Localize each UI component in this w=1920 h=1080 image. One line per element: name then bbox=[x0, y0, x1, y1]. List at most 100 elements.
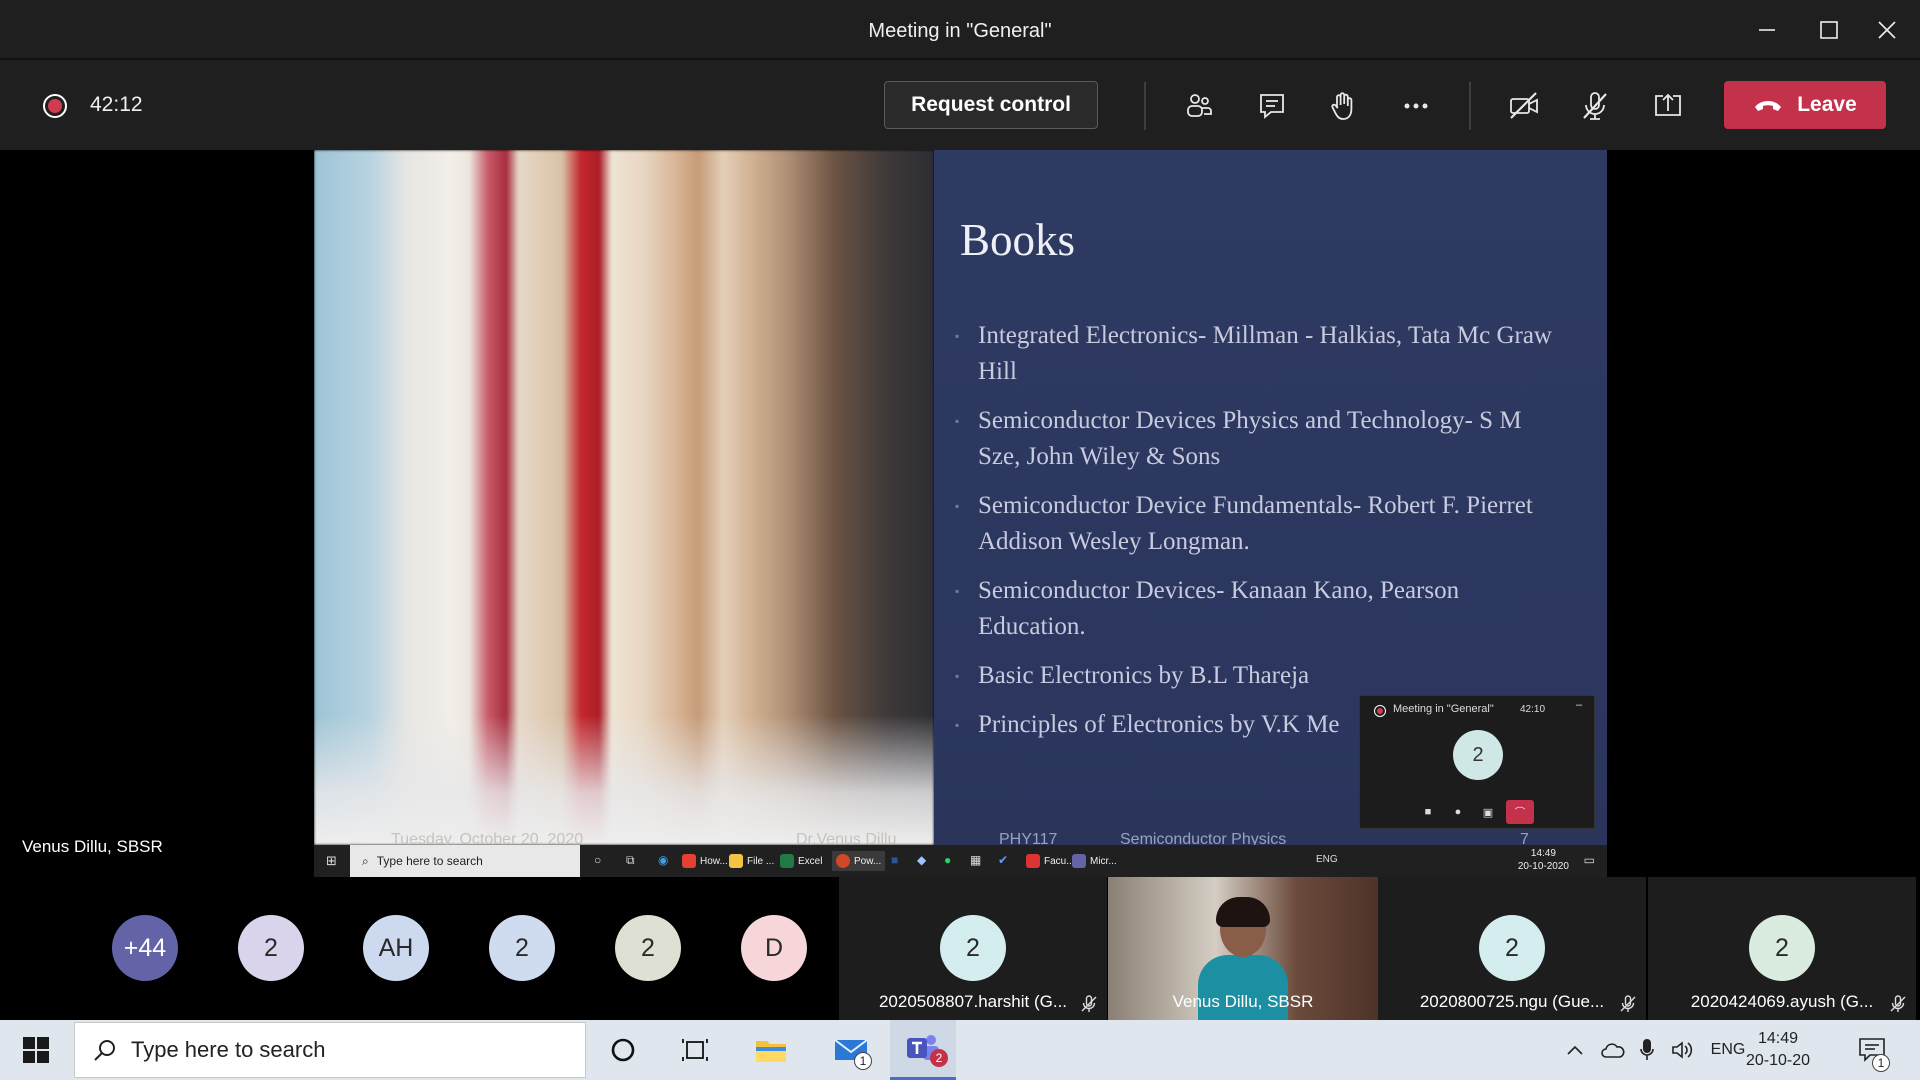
mini-meeting-window: Meeting in "General" 42:10 – 2 ■ ● ▣ ⌒ bbox=[1359, 695, 1595, 829]
slide-bullet: Semiconductor Devices- Kanaan Kano, Pear… bbox=[955, 573, 1564, 645]
shared-clock: 14:49 20-10-2020 bbox=[1518, 847, 1569, 873]
excel-icon bbox=[780, 854, 794, 868]
folder-icon bbox=[756, 1041, 786, 1062]
notification-icon: ▭ bbox=[1583, 853, 1595, 867]
window-title: Meeting in "General" bbox=[868, 20, 1052, 42]
participant-name: Venus Dillu, SBSR bbox=[1172, 992, 1314, 1011]
slide-bullet: Semiconductor Device Fundamentals- Rober… bbox=[955, 488, 1564, 560]
chrome-icon bbox=[682, 854, 696, 868]
close-button[interactable] bbox=[1858, 0, 1916, 60]
taskbar-search-box[interactable]: Type here to search bbox=[74, 1022, 586, 1078]
shared-app-teams: Micr... bbox=[1072, 851, 1117, 871]
participant-avatar[interactable]: 2 bbox=[489, 915, 555, 981]
participant-tile[interactable]: 2 2020800725.ngu (Gue... bbox=[1378, 877, 1646, 1020]
participant-avatar[interactable]: D bbox=[741, 915, 807, 981]
slide-title: Books bbox=[960, 215, 1076, 265]
raise-hand-button[interactable] bbox=[1320, 84, 1364, 128]
shared-search-box: ⌕ Type here to search bbox=[350, 845, 580, 877]
maximize-icon bbox=[1820, 21, 1838, 39]
camera-icon: ■ bbox=[1424, 806, 1432, 818]
pdf-icon bbox=[1026, 854, 1040, 868]
participants-button[interactable] bbox=[1177, 84, 1221, 128]
shared-search-placeholder: Type here to search bbox=[376, 854, 483, 868]
meeting-timer: 42:12 bbox=[90, 93, 143, 116]
request-control-button[interactable]: Request control bbox=[884, 81, 1098, 129]
folder-icon bbox=[729, 854, 743, 868]
mail-button[interactable]: 1 bbox=[820, 1020, 882, 1080]
shared-screen: Books Integrated Electronics- Millman - … bbox=[314, 150, 1607, 877]
participant-tile[interactable]: 2 2020508807.harshit (G... bbox=[839, 877, 1107, 1020]
mic-off-icon bbox=[1890, 995, 1906, 1012]
divider bbox=[1144, 82, 1146, 130]
shared-tray-lang: ENG bbox=[1316, 854, 1338, 865]
powerpoint-icon bbox=[836, 854, 850, 868]
search-icon bbox=[94, 1040, 115, 1061]
app-label: Facu... bbox=[1044, 855, 1075, 867]
app-icon: ◆ bbox=[917, 853, 927, 867]
shared-taskbar: ⊞ ⌕ Type here to search ○ ⧉ ◉ How... Fil… bbox=[314, 845, 1607, 877]
participant-avatar[interactable]: 2 bbox=[615, 915, 681, 981]
task-view-button[interactable] bbox=[664, 1020, 726, 1080]
camera-toggle-button[interactable] bbox=[1502, 84, 1546, 128]
teams-icon bbox=[1072, 854, 1086, 868]
taskbar-time: 14:49 bbox=[1757, 1030, 1799, 1047]
mini-window-timer: 42:10 bbox=[1520, 704, 1546, 715]
app-label: Excel bbox=[798, 855, 823, 867]
cloud-icon bbox=[1601, 1043, 1625, 1058]
chat-button[interactable] bbox=[1250, 84, 1294, 128]
recording-icon bbox=[43, 94, 67, 118]
shared-time: 14:49 bbox=[1530, 848, 1556, 859]
shared-app-file-explorer: File ... bbox=[729, 851, 774, 871]
app-label: Micr... bbox=[1090, 855, 1117, 867]
slide-bullet-list: Integrated Electronics- Millman - Halkia… bbox=[955, 318, 1564, 756]
participant-tile[interactable]: 2 2020424069.ayush (G... bbox=[1648, 877, 1916, 1020]
leave-label: Leave bbox=[1797, 93, 1857, 116]
share-screen-icon bbox=[1655, 93, 1681, 116]
notification-badge: 1 bbox=[1872, 1054, 1890, 1072]
mic-off-icon bbox=[1583, 92, 1607, 120]
whatsapp-icon: ● bbox=[944, 853, 952, 867]
windows-taskbar: Type here to search 1 2 ENG 14:49 20-10-… bbox=[0, 1020, 1920, 1080]
participant-avatar: 2 bbox=[1479, 915, 1545, 981]
cortana-icon bbox=[611, 1038, 635, 1062]
participant-avatar[interactable]: AH bbox=[363, 915, 429, 981]
volume-button[interactable] bbox=[1668, 1020, 1698, 1080]
teams-button[interactable]: 2 bbox=[890, 1020, 956, 1080]
maximize-button[interactable] bbox=[1800, 0, 1858, 60]
participant-avatar[interactable]: 2 bbox=[238, 915, 304, 981]
leave-button[interactable]: Leave bbox=[1724, 81, 1886, 129]
start-button[interactable] bbox=[0, 1020, 72, 1080]
onedrive-button[interactable] bbox=[1598, 1020, 1628, 1080]
windows-logo-icon: ⊞ bbox=[326, 853, 337, 868]
mic-off-icon bbox=[1620, 995, 1636, 1012]
mini-window-controls: ■ ● ▣ ⌒ bbox=[1416, 800, 1534, 824]
action-center-button[interactable]: 1 bbox=[1850, 1020, 1894, 1080]
mic-icon bbox=[1640, 1039, 1654, 1060]
presenter-video-tile[interactable]: Venus Dillu, SBSR bbox=[1108, 877, 1378, 1020]
taskbar-date: 20-10-20 bbox=[1745, 1052, 1811, 1069]
minimize-button[interactable] bbox=[1738, 0, 1796, 60]
taskbar-search-placeholder: Type here to search bbox=[131, 1037, 326, 1062]
cortana-button[interactable] bbox=[592, 1020, 654, 1080]
file-explorer-button[interactable] bbox=[740, 1020, 802, 1080]
microphone-toggle-button[interactable] bbox=[1573, 84, 1617, 128]
taskbar-clock[interactable]: 14:49 20-10-20 bbox=[1738, 1028, 1818, 1072]
more-options-button[interactable] bbox=[1394, 84, 1438, 128]
app-label: How... bbox=[700, 855, 728, 867]
chevron-up-icon bbox=[1567, 1045, 1583, 1055]
show-hidden-icons-button[interactable] bbox=[1562, 1020, 1588, 1080]
hang-up-icon: ⌒ bbox=[1506, 800, 1534, 824]
share-icon: ▣ bbox=[1482, 806, 1494, 819]
cortana-icon: ○ bbox=[594, 853, 602, 867]
more-icon bbox=[1404, 103, 1428, 109]
task-view-icon: ⧉ bbox=[626, 853, 635, 867]
shared-app-chrome: How... bbox=[682, 851, 728, 871]
more-participants-button[interactable]: +44 bbox=[112, 915, 178, 981]
meeting-stage: Books Integrated Electronics- Millman - … bbox=[0, 150, 1920, 877]
mail-badge: 1 bbox=[854, 1052, 872, 1070]
participants-icon bbox=[1187, 94, 1212, 117]
microphone-tray-button[interactable] bbox=[1634, 1020, 1660, 1080]
task-view-icon bbox=[682, 1039, 708, 1061]
share-tray-button[interactable] bbox=[1646, 84, 1690, 128]
search-icon: ⌕ bbox=[362, 853, 369, 868]
